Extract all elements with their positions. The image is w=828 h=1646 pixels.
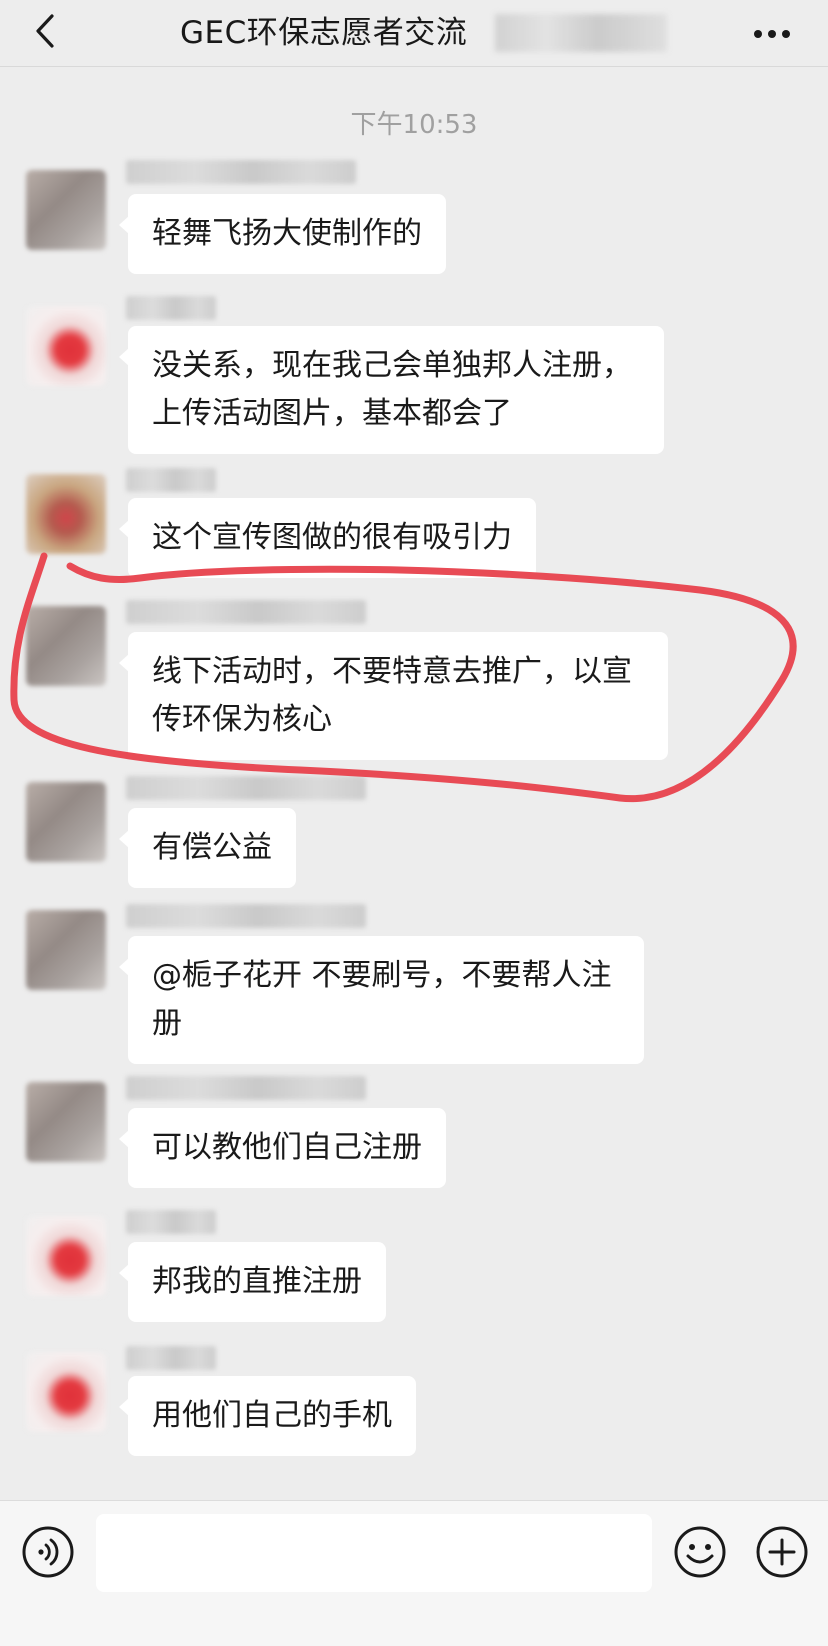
message-bubble[interactable]: 线下活动时，不要特意去推广，以宣传环保为核心 bbox=[119, 632, 668, 760]
sender-name-blurred bbox=[126, 1076, 366, 1100]
blurred-title-suffix bbox=[495, 14, 667, 52]
voice-icon[interactable] bbox=[20, 1524, 76, 1580]
message-bubble[interactable]: 可以教他们自己注册 bbox=[119, 1108, 446, 1188]
message-timestamp: 下午10:53 bbox=[350, 110, 478, 140]
sender-name-blurred bbox=[126, 160, 356, 184]
chevron-left-icon[interactable] bbox=[28, 8, 62, 54]
message-bubble[interactable]: 有偿公益 bbox=[119, 808, 296, 888]
sender-name-blurred bbox=[126, 600, 366, 624]
sender-name-blurred bbox=[126, 1210, 216, 1234]
avatar[interactable] bbox=[26, 1216, 106, 1296]
chat-header: GEC环保志愿者交流 bbox=[0, 0, 828, 67]
avatar[interactable] bbox=[26, 1082, 106, 1162]
avatar[interactable] bbox=[26, 606, 106, 686]
plus-icon[interactable] bbox=[754, 1524, 810, 1580]
emoji-icon[interactable] bbox=[672, 1524, 728, 1580]
message-bubble[interactable]: 轻舞飞扬大使制作的 bbox=[119, 194, 446, 274]
more-dots-icon[interactable] bbox=[748, 14, 796, 54]
message-bubble[interactable]: 邦我的直推注册 bbox=[119, 1242, 386, 1322]
chat-title: GEC环保志愿者交流 bbox=[180, 15, 468, 51]
avatar[interactable] bbox=[26, 910, 106, 990]
avatar[interactable] bbox=[26, 1352, 106, 1432]
avatar[interactable] bbox=[26, 782, 106, 862]
message-input[interactable] bbox=[96, 1514, 652, 1592]
message-bubble[interactable]: 用他们自己的手机 bbox=[119, 1376, 416, 1456]
sender-name-blurred bbox=[126, 776, 366, 800]
sender-name-blurred bbox=[126, 468, 216, 492]
sender-name-blurred bbox=[126, 296, 216, 320]
avatar[interactable] bbox=[26, 170, 106, 250]
avatar[interactable] bbox=[26, 474, 106, 554]
sender-name-blurred bbox=[126, 1346, 216, 1370]
message-bubble[interactable]: 这个宣传图做的很有吸引力 bbox=[119, 498, 536, 578]
avatar[interactable] bbox=[26, 306, 106, 386]
message-bubble[interactable]: 没关系，现在我己会单独邦人注册，上传活动图片，基本都会了 bbox=[119, 326, 664, 454]
message-bubble[interactable]: @栀子花开 不要刷号，不要帮人注册 bbox=[119, 936, 644, 1064]
sender-name-blurred bbox=[126, 904, 366, 928]
